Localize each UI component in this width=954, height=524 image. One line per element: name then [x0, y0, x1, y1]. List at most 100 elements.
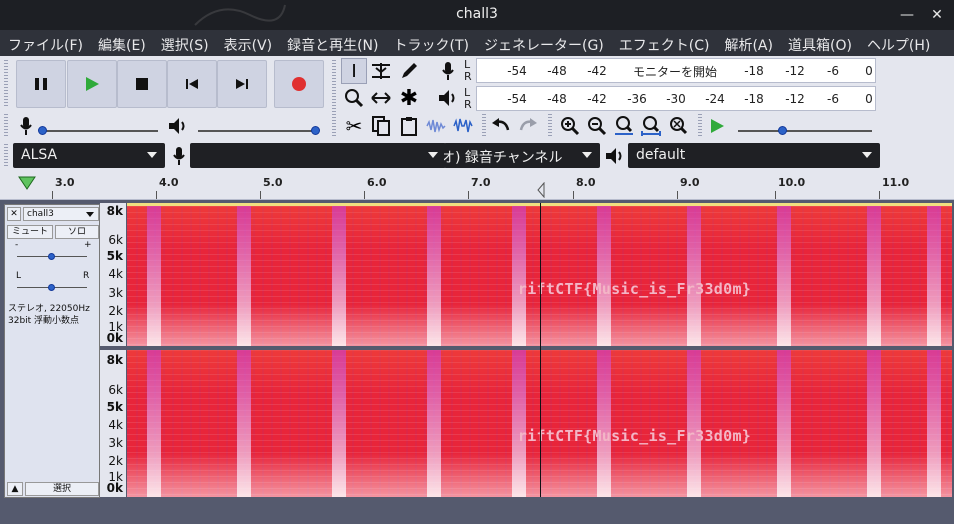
- playback-volume-slider[interactable]: [198, 126, 320, 135]
- copy-button[interactable]: [368, 113, 394, 139]
- mute-button[interactable]: ミュート: [7, 225, 53, 239]
- pan-slider[interactable]: [17, 284, 87, 291]
- record-device-select[interactable]: [190, 143, 446, 168]
- menu-help[interactable]: ヘルプ(H): [859, 30, 937, 56]
- toolbar-gripper[interactable]: [482, 114, 486, 138]
- toolbar-gripper[interactable]: [4, 144, 8, 168]
- pause-button[interactable]: [16, 60, 66, 108]
- playback-meter-speaker[interactable]: [435, 85, 461, 111]
- close-track-button[interactable]: ✕: [7, 207, 21, 221]
- triangle-up-icon: ▲: [11, 484, 19, 494]
- audio-host-select[interactable]: ALSA: [13, 143, 165, 168]
- meter-tick: 0: [865, 92, 873, 106]
- collapse-track-button[interactable]: ▲: [7, 482, 23, 496]
- zoom-tool[interactable]: [341, 85, 367, 111]
- freq-label: 2k: [108, 454, 123, 468]
- trim-button[interactable]: [423, 113, 449, 139]
- timeline-ruler[interactable]: 3.0 4.0 5.0 6.0 7.0 8.0 9.0 10.0 11.0: [0, 170, 954, 200]
- skip-to-end-button[interactable]: [217, 60, 267, 108]
- menu-select[interactable]: 選択(S): [153, 30, 216, 56]
- slider-knob[interactable]: [48, 284, 55, 291]
- menu-tools[interactable]: 道具箱(O): [780, 30, 859, 56]
- skip-to-start-button[interactable]: [167, 60, 217, 108]
- start-monitoring-label[interactable]: モニターを開始: [627, 63, 724, 80]
- trim-audio-icon: [426, 119, 446, 133]
- silence-button[interactable]: [450, 113, 476, 139]
- meter-tick: 0: [865, 64, 873, 78]
- playback-device-speaker: [602, 143, 628, 169]
- time-shift-tool[interactable]: [368, 85, 394, 111]
- toolbar-gripper[interactable]: [4, 114, 8, 138]
- redo-button[interactable]: [515, 113, 541, 139]
- menu-file[interactable]: ファイル(F): [0, 30, 90, 56]
- close-icon[interactable]: ✕: [926, 4, 948, 26]
- play-speed-slider[interactable]: [738, 126, 872, 135]
- timeline-label: 3.0: [55, 176, 75, 189]
- play-head-triangle-icon[interactable]: [18, 176, 36, 190]
- paste-button[interactable]: [396, 113, 422, 139]
- toolbar-gripper[interactable]: [332, 60, 336, 112]
- menu-view[interactable]: 表示(V): [216, 30, 280, 56]
- menu-transport[interactable]: 録音と再生(N): [279, 30, 385, 56]
- chevron-down-icon: [582, 152, 592, 158]
- undo-button[interactable]: [488, 113, 514, 139]
- zoom-in-button[interactable]: [557, 113, 583, 139]
- select-track-button[interactable]: 選択: [25, 482, 99, 496]
- slider-knob[interactable]: [778, 126, 787, 135]
- frequency-ruler-right: 8k 6k 5k 4k 3k 2k 1k 0k: [100, 350, 126, 497]
- edit-cursor-line: [540, 203, 541, 497]
- record-channels-value: オ) 録音チャンネル: [444, 150, 563, 166]
- track-name-menu[interactable]: chall3: [23, 207, 99, 221]
- spectrogram-onset-band: [237, 350, 251, 497]
- meter-tick: -48: [547, 92, 567, 106]
- meter-tick: -12: [785, 92, 805, 106]
- timeline-label: 8.0: [576, 176, 596, 189]
- menu-edit[interactable]: 編集(E): [90, 30, 153, 56]
- playback-meter[interactable]: L R -54 -48 -42 -36 -30 -24 -18 -12 -6 0: [464, 86, 876, 111]
- fit-selection-button[interactable]: [611, 113, 637, 139]
- timeline-label: 11.0: [882, 176, 910, 189]
- play-button[interactable]: [67, 60, 117, 108]
- zoom-out-button[interactable]: [584, 113, 610, 139]
- record-meter-mic[interactable]: [435, 58, 461, 84]
- spectrogram-onset-band: [867, 350, 881, 497]
- stop-button[interactable]: [117, 60, 167, 108]
- menu-analyze[interactable]: 解析(A): [716, 30, 780, 56]
- timeline-tick: [260, 191, 261, 199]
- playback-device-select[interactable]: default: [628, 143, 880, 168]
- menu-effect[interactable]: エフェクト(C): [611, 30, 717, 56]
- cut-button[interactable]: ✂: [341, 113, 367, 139]
- freq-label: 5k: [106, 249, 123, 263]
- pencil-icon: [402, 63, 417, 78]
- multi-tool[interactable]: ✱: [396, 85, 422, 111]
- draw-tool[interactable]: [396, 58, 422, 84]
- minimize-icon[interactable]: —: [896, 4, 918, 26]
- record-volume-slider[interactable]: [38, 126, 158, 135]
- playback-device-value: default: [636, 147, 686, 163]
- menu-tracks[interactable]: トラック(T): [386, 30, 476, 56]
- slider-knob[interactable]: [48, 253, 55, 260]
- menu-generate[interactable]: ジェネレーター(G): [476, 30, 611, 56]
- playback-volume-speaker: [165, 113, 191, 139]
- slider-knob[interactable]: [311, 126, 320, 135]
- solo-button[interactable]: ソロ: [55, 225, 99, 239]
- selection-tool[interactable]: I: [341, 58, 367, 84]
- play-at-speed-button[interactable]: [704, 113, 730, 139]
- magnifier-icon: [345, 89, 364, 108]
- toolbar-gripper[interactable]: [698, 114, 702, 138]
- record-meter[interactable]: L R -54 -48 -42 モニターを開始 -18 -12 -6 0: [464, 58, 876, 83]
- fit-project-button[interactable]: [638, 113, 664, 139]
- envelope-tool[interactable]: [368, 58, 394, 84]
- zoom-toggle-button[interactable]: [665, 113, 691, 139]
- record-button[interactable]: [274, 60, 324, 108]
- toolbar-gripper[interactable]: [548, 114, 552, 138]
- toolbar-gripper[interactable]: [4, 60, 8, 108]
- zoom-in-icon: [561, 117, 580, 136]
- record-channels-select[interactable]: オ) 録音チャンネル: [444, 143, 600, 168]
- freq-label: 3k: [108, 436, 123, 450]
- gain-slider[interactable]: [17, 253, 87, 260]
- slider-knob[interactable]: [38, 126, 47, 135]
- timeline-tick: [775, 191, 776, 199]
- toolbar-gripper[interactable]: [332, 114, 336, 138]
- asterisk-icon: ✱: [399, 85, 419, 111]
